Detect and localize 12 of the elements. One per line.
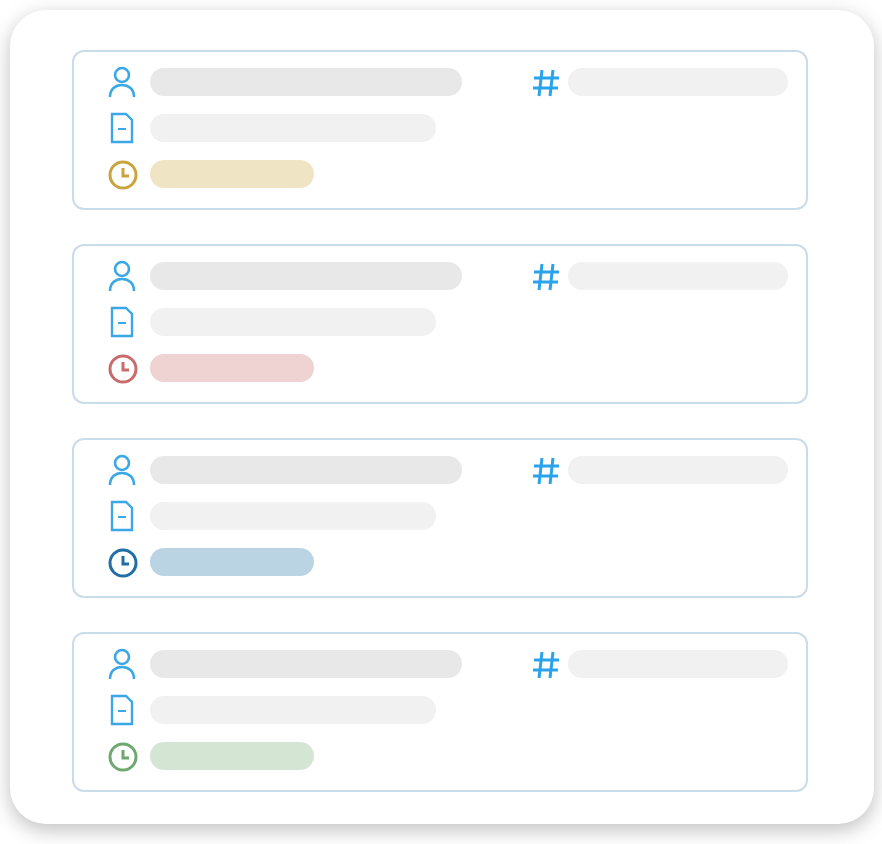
hash-icon bbox=[532, 649, 560, 679]
document-icon bbox=[110, 112, 134, 144]
user-icon bbox=[108, 66, 136, 98]
user-icon bbox=[108, 454, 136, 486]
hash-icon bbox=[532, 261, 560, 291]
document-icon bbox=[110, 500, 134, 532]
document-icon bbox=[110, 306, 134, 338]
document-icon bbox=[110, 694, 134, 726]
user-icon bbox=[108, 648, 136, 680]
hash-icon bbox=[532, 67, 560, 97]
user-icon bbox=[108, 260, 136, 292]
hash-icon bbox=[532, 455, 560, 485]
